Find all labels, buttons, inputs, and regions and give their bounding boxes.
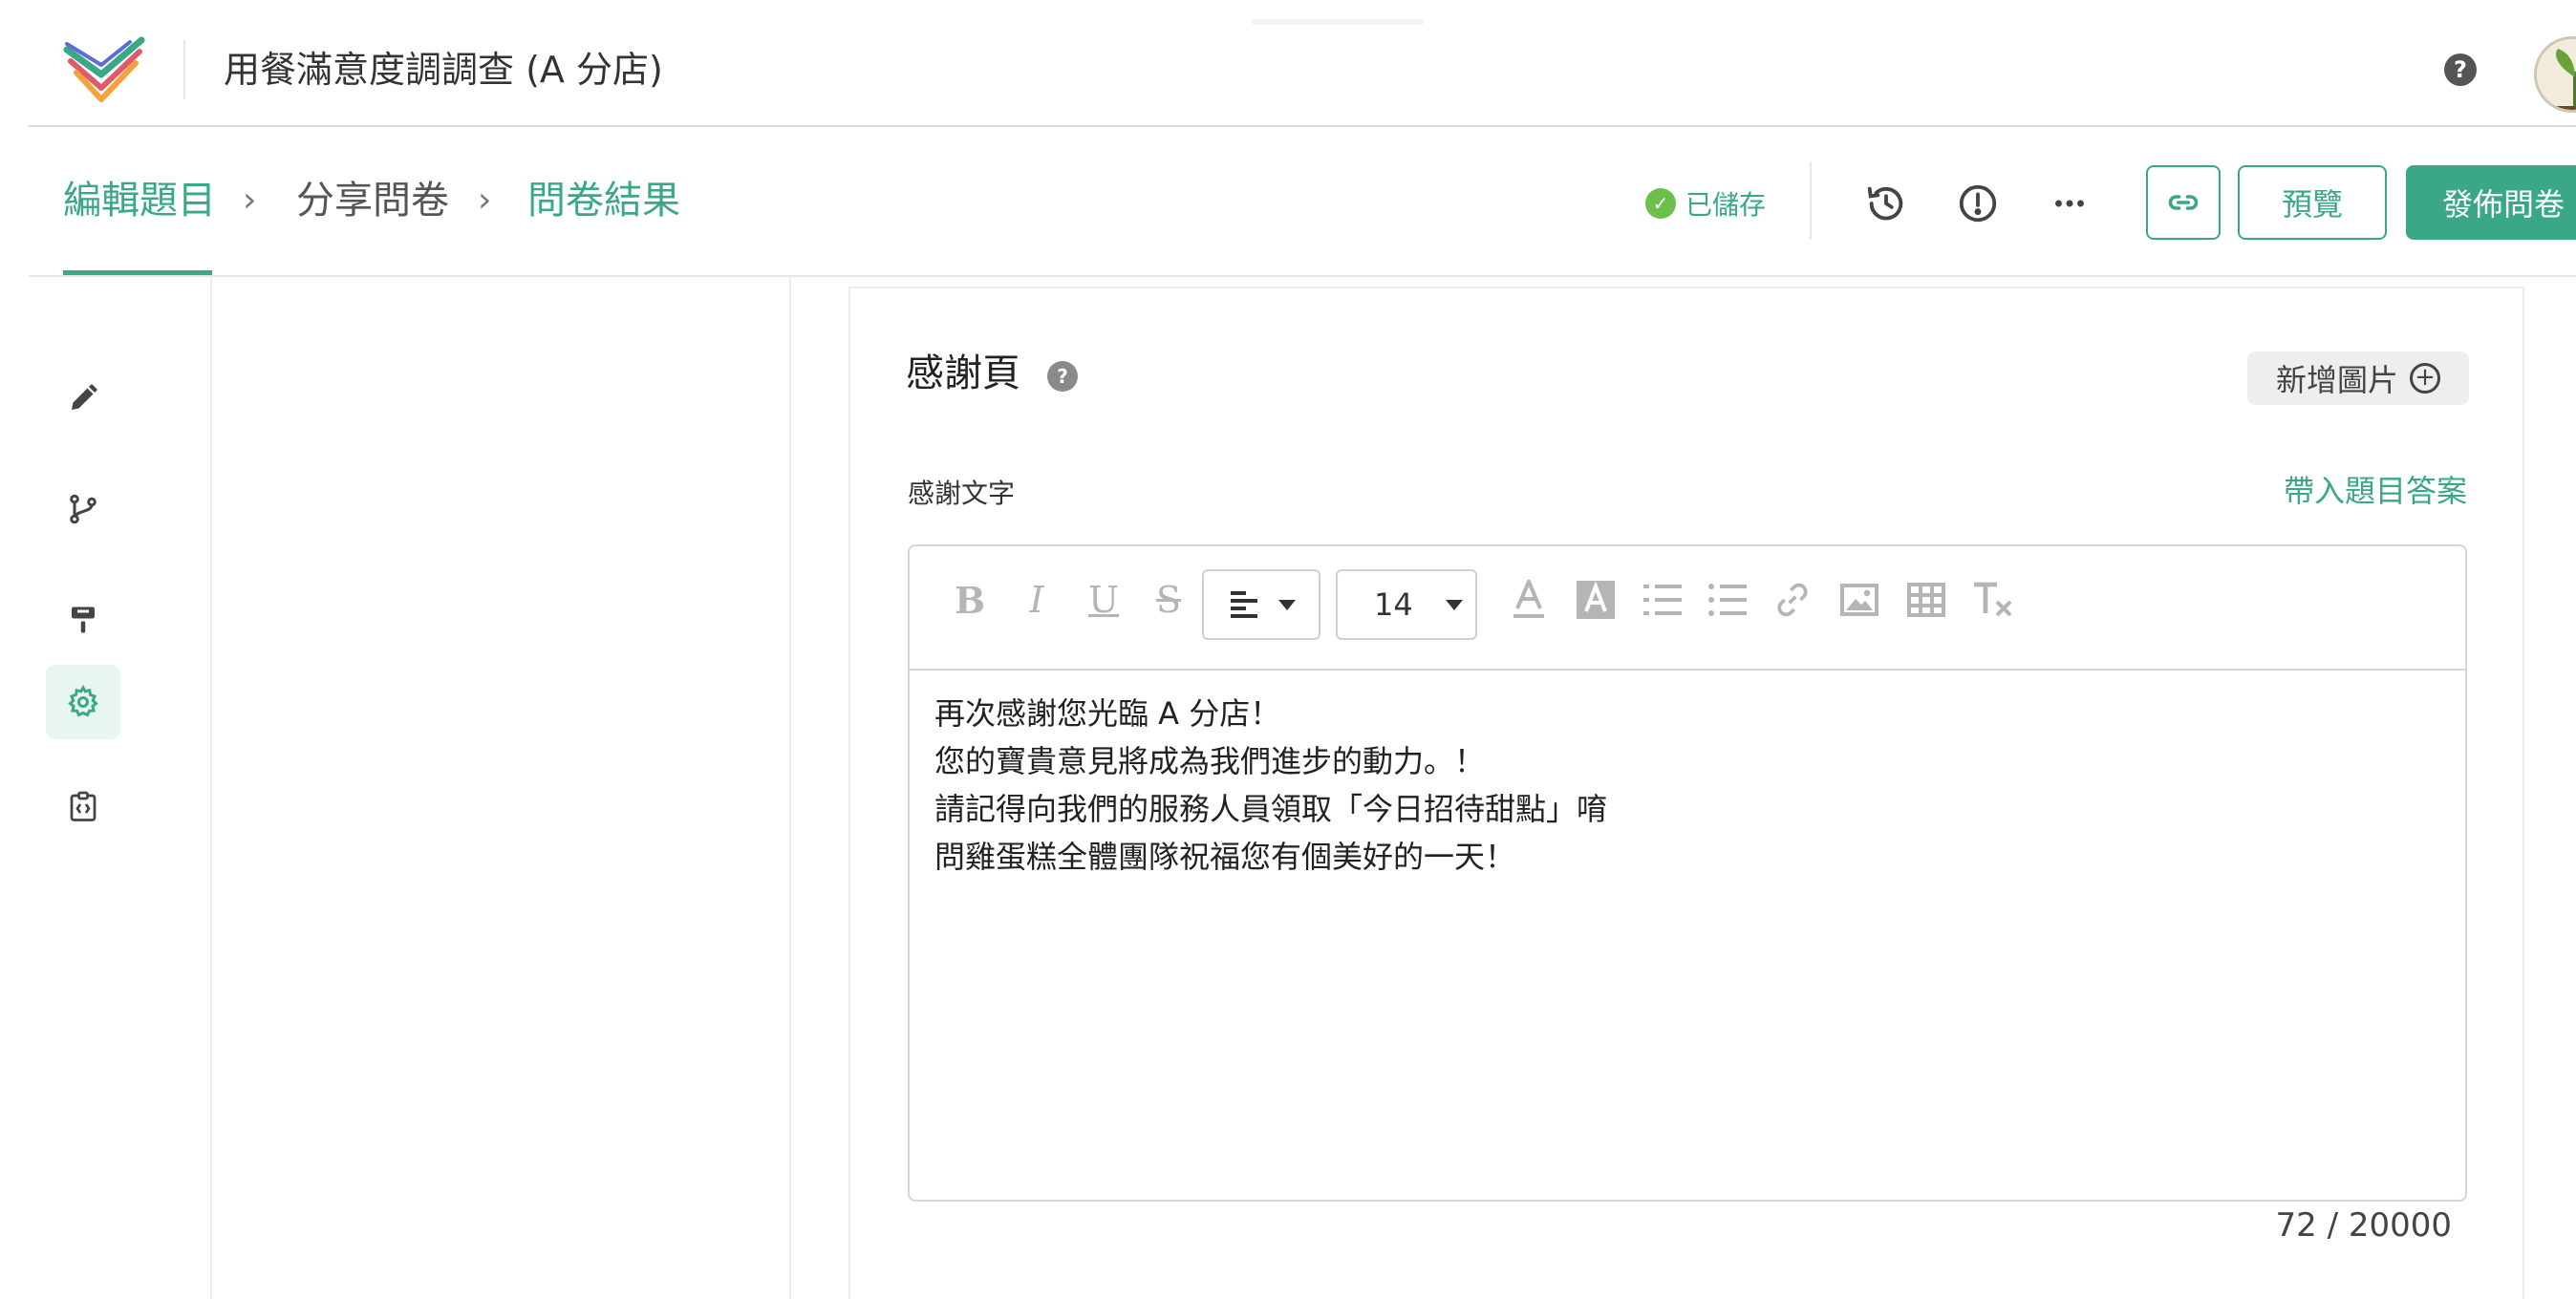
link-icon [2168,195,2199,210]
highlight-button[interactable] [1575,573,1617,627]
rail-item-settings[interactable] [46,665,120,739]
thank-you-text-label: 感謝文字 [908,478,1016,509]
thank-you-page-card: 感謝頁 ? 新增圖片 + 感謝文字 帶入題目答案 B I U S 14 再次感謝… [848,287,2524,1299]
insert-image-button[interactable] [1838,573,1880,627]
text-color-icon [1513,580,1544,618]
step-share-survey[interactable]: 分享問卷 [296,175,449,226]
survey-title[interactable]: 用餐滿意度調調查 (A 分店) [224,46,663,94]
text-line: 您的寶貴意見將成為我們進步的動力。！ [934,743,1486,779]
editor-content[interactable]: 再次感謝您光臨 A 分店！ 您的寶貴意見將成為我們進步的動力。！ 請記得向我們的… [934,690,1607,881]
ordered-list-button[interactable] [1642,573,1684,627]
step-edit-questions[interactable]: 編輯題目 [63,175,216,226]
chevron-down-icon [1445,599,1463,610]
ordered-list-icon [1643,585,1682,615]
insert-table-button[interactable] [1905,573,1947,627]
app-logo[interactable] [63,36,145,109]
font-size-select[interactable]: 14 [1336,569,1477,640]
branch-icon [70,494,97,524]
highlight-icon [1577,581,1615,619]
help-circle-icon[interactable]: ? [2444,53,2477,86]
chevron-right-icon: › [478,181,492,220]
check-circle-icon: ✓ [1645,188,1676,219]
question-list-panel [214,277,791,1299]
font-size-value: 14 [1374,586,1413,623]
copy-link-button[interactable] [2146,165,2221,240]
insert-answer-link[interactable]: 帶入題目答案 [2284,470,2467,512]
header-divider [183,40,185,99]
plus-circle-icon: + [2410,363,2440,394]
strikethrough-button[interactable]: S [1148,573,1189,627]
history-icon[interactable] [1861,179,1911,228]
add-image-button[interactable]: 新增圖片 + [2247,351,2469,405]
publish-button[interactable]: 發佈問卷 [2406,165,2576,240]
table-icon [1907,583,1945,617]
rail-item-embed[interactable] [46,770,120,844]
paint-roller-icon [72,607,95,633]
insert-link-button[interactable] [1771,573,1814,627]
image-icon [1840,584,1878,616]
save-status-label: 已儲存 [1685,189,1767,221]
align-select[interactable] [1202,569,1320,640]
code-clipboard-icon [70,791,97,821]
chevron-right-icon: › [243,181,257,220]
card-title: 感謝頁 [906,351,1020,395]
left-tool-rail [29,277,212,1299]
align-left-icon [1231,591,1257,618]
text-line: 再次感謝您光臨 A 分店！ [934,695,1281,732]
more-horizontal-icon[interactable] [2045,179,2094,228]
rail-item-theme[interactable] [46,583,120,657]
editor-toolbar: B I U S 14 [910,546,2465,671]
toolbar-divider [1810,161,1812,240]
text-line: 問雞蛋糕全體團隊祝福您有個美好的一天！ [934,839,1516,875]
rich-text-editor[interactable]: B I U S 14 再次感謝您光臨 A 分店！ 您的寶貴意見將成為我們進步的動… [908,544,2467,1202]
text-line: 請記得向我們的服務人員領取「今日招待甜點」唷 [934,791,1608,827]
clear-format-button[interactable] [1970,573,2016,627]
text-color-button[interactable] [1508,573,1550,627]
drag-handle [1252,19,1424,25]
rail-item-logic[interactable] [46,472,120,546]
italic-button[interactable]: I [1017,573,1057,627]
plant-icon [2537,39,2576,110]
avatar[interactable] [2534,36,2576,113]
bold-button[interactable]: B [950,573,990,627]
add-image-label: 新增圖片 [2275,362,2398,398]
alert-circle-icon[interactable] [1953,179,2003,228]
underline-button[interactable]: U [1082,573,1126,627]
save-status: ✓ 已儲存 [1645,184,1766,223]
gear-icon [68,685,98,717]
rail-item-edit[interactable] [46,361,120,436]
chevron-down-icon [1278,599,1296,610]
link-icon [1777,583,1808,617]
step-survey-results[interactable]: 問卷結果 [527,175,680,226]
clear-format-icon [1974,582,2012,617]
character-count: 72 / 20000 [2275,1206,2453,1245]
bullet-list-icon [1708,584,1747,616]
top-header: 用餐滿意度調調查 (A 分店) ? [0,0,2576,126]
pencil-icon [72,384,97,410]
editor-navbar: 編輯題目 › 分享問卷 › 問卷結果 ✓ 已儲存 預覽 發佈問卷 [0,127,2576,276]
bullet-list-button[interactable] [1707,573,1749,627]
help-circle-icon[interactable]: ? [1047,361,1078,392]
preview-button[interactable]: 預覽 [2238,165,2387,240]
